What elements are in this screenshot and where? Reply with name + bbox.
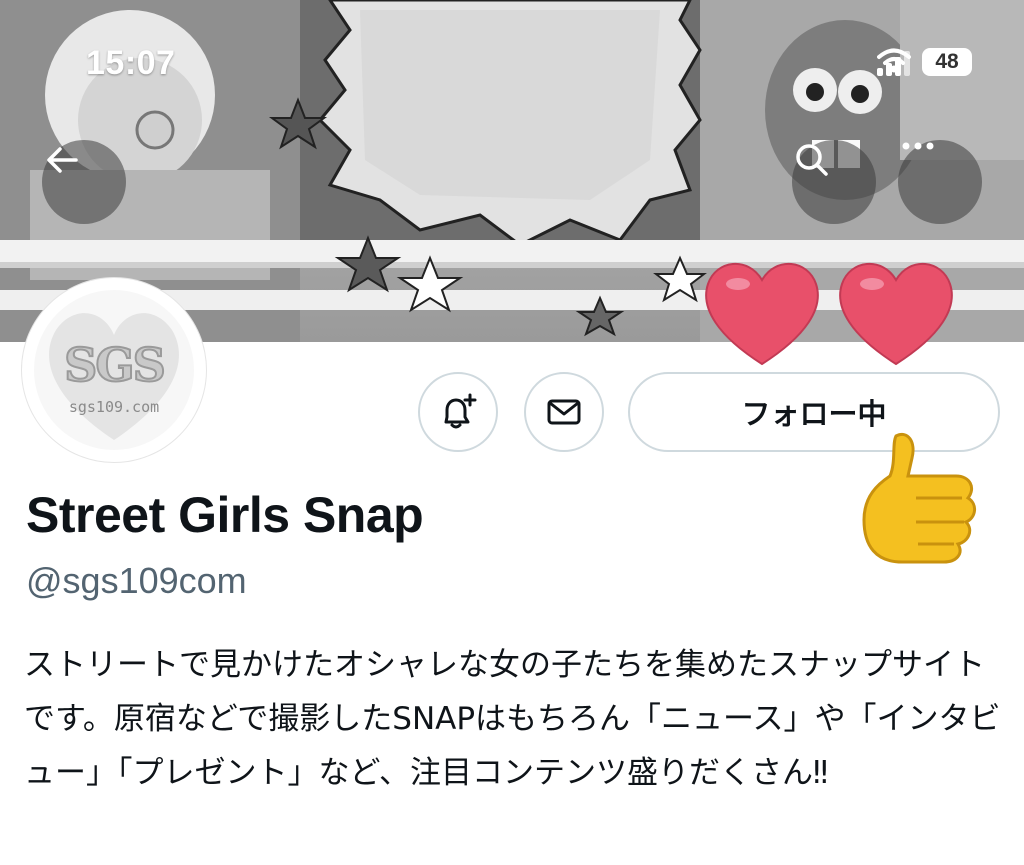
battery-indicator: 48 — [922, 48, 972, 76]
mail-icon — [547, 399, 581, 425]
arrow-left-icon — [47, 147, 78, 173]
status-icons: 48 — [877, 48, 972, 76]
avatar-url-text: sgs109.com — [68, 398, 160, 416]
back-button[interactable] — [42, 140, 126, 224]
profile-bio: ストリートで見かけたオシャレな女の子たちを集めたスナップサイトです。原宿などで撮… — [24, 647, 1001, 791]
profile-avatar[interactable]: SGS sgs109.com — [22, 278, 206, 462]
more-horizontal-icon — [902, 142, 934, 150]
avatar-logo-text: SGS — [63, 337, 167, 393]
search-icon — [796, 144, 828, 176]
bell-plus-icon — [444, 393, 477, 429]
more-button[interactable] — [898, 140, 982, 224]
hearts-sticker-icon — [705, 263, 953, 366]
profile-handle: @sgs109com — [26, 560, 247, 601]
avatar-image: SGS sgs109.com — [34, 290, 194, 450]
wifi-icon — [877, 48, 911, 73]
message-button[interactable] — [524, 372, 604, 452]
status-time: 15:07 — [86, 44, 176, 82]
profile-name: Street Girls Snap — [26, 487, 424, 543]
thumbs-up-icon — [862, 433, 976, 564]
search-button[interactable] — [792, 140, 876, 224]
notifications-button[interactable] — [418, 372, 498, 452]
